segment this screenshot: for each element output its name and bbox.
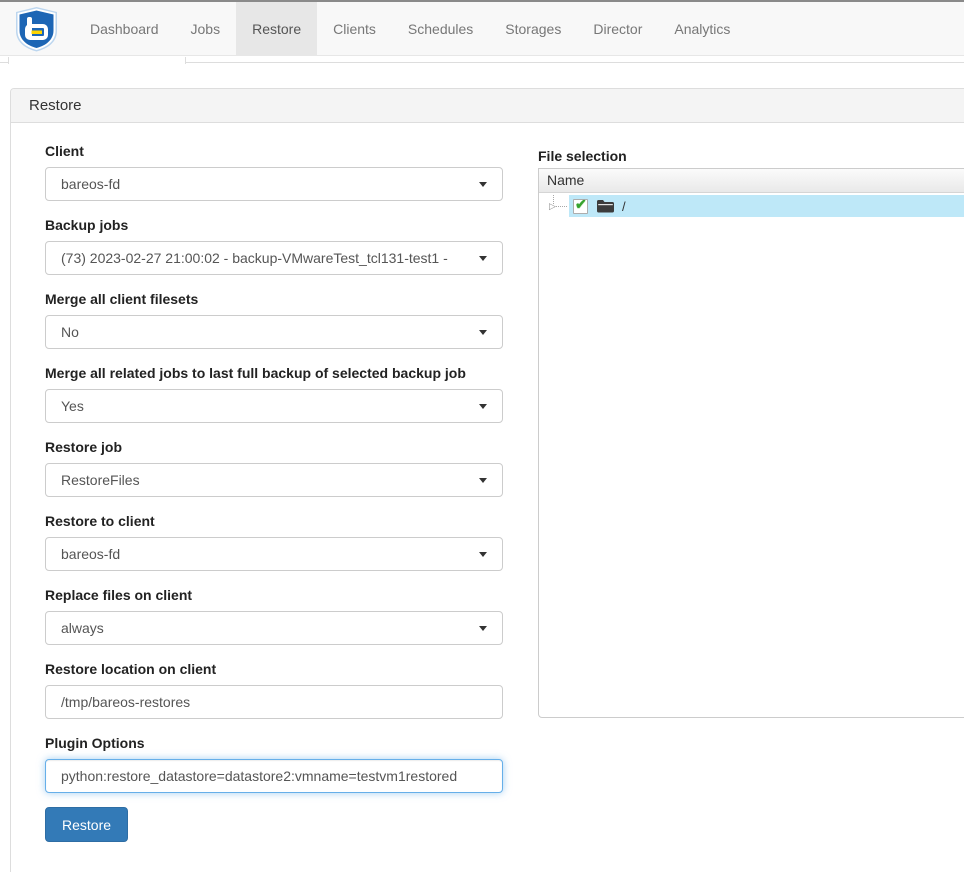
name-column-label: Name xyxy=(547,172,584,188)
merge-filesets-group: Merge all client filesets No xyxy=(45,289,503,349)
backup-jobs-select-value: (73) 2023-02-27 21:00:02 - backup-VMware… xyxy=(61,250,473,266)
restore-job-group: Restore job RestoreFiles xyxy=(45,437,503,497)
file-selection-section: File selection Name ▷ ✔ xyxy=(538,146,964,718)
client-label: Client xyxy=(45,141,503,161)
backup-jobs-select[interactable]: (73) 2023-02-27 21:00:02 - backup-VMware… xyxy=(45,241,503,275)
file-selection-column-header[interactable]: Name xyxy=(539,169,964,193)
client-select[interactable]: bareos-fd xyxy=(45,167,503,201)
caret-down-icon xyxy=(479,330,487,335)
replace-files-select[interactable]: always xyxy=(45,611,503,645)
plugin-options-input[interactable] xyxy=(45,759,503,793)
expand-node-icon[interactable]: ▷ xyxy=(549,198,556,214)
file-selection-title: File selection xyxy=(538,146,964,166)
restore-location-group: Restore location on client xyxy=(45,659,503,719)
caret-down-icon xyxy=(479,404,487,409)
restore-to-client-select-value: bareos-fd xyxy=(61,546,473,562)
restore-panel-body: Client bareos-fd Backup jobs (73) 2023-0… xyxy=(11,123,964,872)
tree-dotted-line-horizontal xyxy=(556,206,567,207)
backup-jobs-group: Backup jobs (73) 2023-02-27 21:00:02 - b… xyxy=(45,215,503,275)
tree-node-root: ▷ ✔ / xyxy=(539,195,964,217)
restore-job-label: Restore job xyxy=(45,437,503,457)
sub-tabs-bar xyxy=(0,57,964,63)
restore-to-client-select[interactable]: bareos-fd xyxy=(45,537,503,571)
tree-node-selected[interactable]: ✔ / xyxy=(569,195,964,217)
restore-job-select[interactable]: RestoreFiles xyxy=(45,463,503,497)
replace-files-select-value: always xyxy=(61,620,473,636)
restore-location-input[interactable] xyxy=(45,685,503,719)
restore-panel: Restore Client bareos-fd Backup jobs (73… xyxy=(10,88,964,872)
caret-down-icon xyxy=(479,182,487,187)
panel-title: Restore xyxy=(11,89,964,123)
bareos-logo[interactable] xyxy=(0,2,74,55)
plugin-options-group: Plugin Options xyxy=(45,733,503,793)
active-tab-stub[interactable] xyxy=(8,57,186,64)
caret-down-icon xyxy=(479,626,487,631)
merge-related-group: Merge all related jobs to last full back… xyxy=(45,363,503,423)
restore-form: Client bareos-fd Backup jobs (73) 2023-0… xyxy=(45,141,503,842)
replace-files-group: Replace files on client always xyxy=(45,585,503,645)
restore-location-label: Restore location on client xyxy=(45,659,503,679)
restore-to-client-group: Restore to client bareos-fd xyxy=(45,511,503,571)
nav-item-analytics[interactable]: Analytics xyxy=(658,2,746,56)
restore-button[interactable]: Restore xyxy=(45,807,128,842)
restore-job-select-value: RestoreFiles xyxy=(61,472,473,488)
merge-related-label: Merge all related jobs to last full back… xyxy=(45,363,503,383)
client-group: Client bareos-fd xyxy=(45,141,503,201)
nav-item-director[interactable]: Director xyxy=(577,2,658,56)
nav-item-clients[interactable]: Clients xyxy=(317,2,392,56)
merge-filesets-label: Merge all client filesets xyxy=(45,289,503,309)
backup-jobs-label: Backup jobs xyxy=(45,215,503,235)
bareos-shield-icon xyxy=(13,6,60,52)
nav-item-storages[interactable]: Storages xyxy=(489,2,577,56)
folder-icon xyxy=(597,199,614,213)
merge-related-select[interactable]: Yes xyxy=(45,389,503,423)
client-select-value: bareos-fd xyxy=(61,176,473,192)
file-selection-tree: Name ▷ ✔ / xyxy=(538,168,964,718)
nav-item-restore[interactable]: Restore xyxy=(236,2,317,56)
tree-node-name: / xyxy=(622,199,626,214)
replace-files-label: Replace files on client xyxy=(45,585,503,605)
nav-item-schedules[interactable]: Schedules xyxy=(392,2,489,56)
restore-to-client-label: Restore to client xyxy=(45,511,503,531)
nav-item-dashboard[interactable]: Dashboard xyxy=(74,2,175,56)
plugin-options-label: Plugin Options xyxy=(45,733,503,753)
nav-item-jobs[interactable]: Jobs xyxy=(175,2,237,56)
caret-down-icon xyxy=(479,478,487,483)
merge-related-select-value: Yes xyxy=(61,398,473,414)
merge-filesets-select-value: No xyxy=(61,324,473,340)
merge-filesets-select[interactable]: No xyxy=(45,315,503,349)
caret-down-icon xyxy=(479,552,487,557)
main-navbar: Dashboard Jobs Restore Clients Schedules… xyxy=(0,2,964,56)
checkbox-checked-icon[interactable]: ✔ xyxy=(573,199,588,214)
nav-links: Dashboard Jobs Restore Clients Schedules… xyxy=(74,2,746,55)
caret-down-icon xyxy=(479,256,487,261)
